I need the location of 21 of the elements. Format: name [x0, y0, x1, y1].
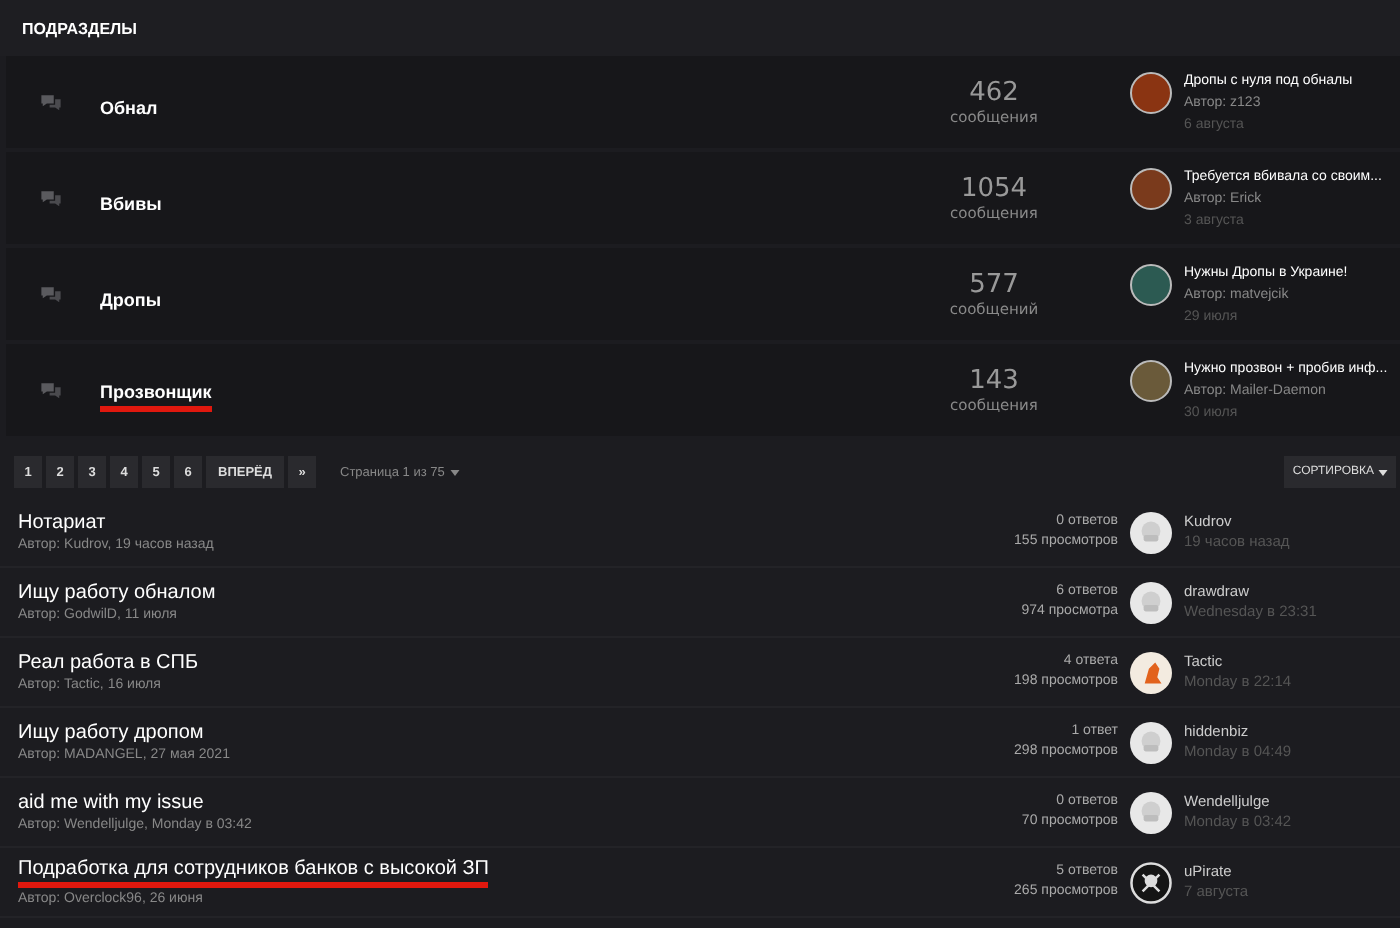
topic-link[interactable]: Ищу работу обналом: [18, 582, 216, 604]
topic-link[interactable]: Ищу работу дропом: [18, 722, 204, 744]
topic-link[interactable]: Нотариат: [18, 512, 106, 534]
caret-icon: [450, 469, 461, 475]
topic-link[interactable]: aid me with my issue: [18, 792, 204, 814]
forum-link[interactable]: Прозвонщик: [100, 382, 212, 412]
chat-bubbles-icon: [40, 92, 62, 112]
post-count: 462: [969, 78, 1019, 108]
section-title: ПОДРАЗДЕЛЫ: [22, 19, 137, 37]
chat-bubbles-icon: [40, 380, 62, 400]
chat-bubbles-icon: [40, 188, 62, 208]
post-count: 143: [969, 366, 1019, 396]
topic-link[interactable]: Реал работа в СПБ: [18, 652, 199, 674]
chat-bubbles-icon: [40, 284, 62, 304]
post-count: 1054: [960, 174, 1028, 204]
forum-link[interactable]: Обнал: [100, 97, 158, 121]
topic-link[interactable]: Подработка для сотрудников банков с высокой ЗП: [18, 858, 489, 888]
forum-link[interactable]: Вбивы: [100, 193, 162, 217]
caret-icon: [1378, 469, 1388, 475]
forum-link[interactable]: Дропы: [100, 289, 162, 313]
post-count: 577: [969, 270, 1019, 300]
